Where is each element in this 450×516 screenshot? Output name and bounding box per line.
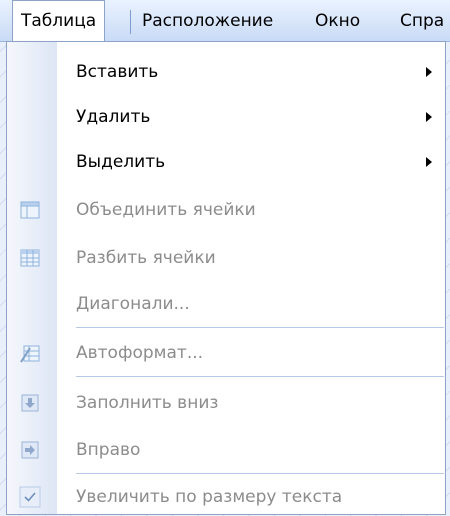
menu-item-label: Диагонали... <box>76 294 190 314</box>
menu-window[interactable]: Окно <box>315 0 360 42</box>
menu-item-label: Вправо <box>76 440 141 460</box>
menu-item-label: Удалить <box>76 107 151 127</box>
menu-item-label: Увеличить по размеру текста <box>76 487 343 507</box>
menu-item-select[interactable]: Выделить <box>7 144 445 180</box>
menu-item-merge-cells[interactable]: Объединить ячейки <box>7 192 445 228</box>
merge-cells-icon <box>19 199 41 221</box>
menu-item-delete[interactable]: Удалить <box>7 99 445 135</box>
autoformat-icon <box>19 342 41 364</box>
fill-right-icon <box>19 439 41 461</box>
menu-item-label: Выделить <box>76 152 166 172</box>
menubar-separator <box>130 10 131 34</box>
menu-help[interactable]: Спра <box>400 0 444 42</box>
menu-item-diagonals[interactable]: Диагонали... <box>7 286 445 322</box>
menu-bar: Таблица Расположение Окно Спра <box>0 0 450 43</box>
menu-item-autofit-text[interactable]: Увеличить по размеру текста <box>7 479 445 514</box>
submenu-arrow-icon <box>426 112 432 122</box>
submenu-arrow-icon <box>426 157 432 167</box>
menu-item-label: Разбить ячейки <box>76 248 216 268</box>
menu-layout[interactable]: Расположение <box>142 0 273 42</box>
menu-separator <box>76 376 444 377</box>
checkmark-icon <box>19 486 41 508</box>
split-cells-icon <box>19 247 41 269</box>
menu-item-label: Заполнить вниз <box>76 393 219 413</box>
menu-item-fill-right[interactable]: Вправо <box>7 432 445 468</box>
menu-separator <box>76 327 444 328</box>
fill-down-icon <box>19 392 41 414</box>
menu-item-autoformat[interactable]: Автоформат... <box>7 335 445 371</box>
menu-separator <box>76 473 444 474</box>
menu-table[interactable]: Таблица <box>12 0 106 43</box>
menu-item-label: Объединить ячейки <box>76 200 256 220</box>
table-dropdown-menu: Вставить Удалить Выделить Объединить яче… <box>6 41 446 515</box>
submenu-arrow-icon <box>426 67 432 77</box>
menu-item-split-cells[interactable]: Разбить ячейки <box>7 240 445 276</box>
menu-item-label: Автоформат... <box>76 343 204 363</box>
menu-item-label: Вставить <box>76 62 159 82</box>
menu-item-insert[interactable]: Вставить <box>7 54 445 90</box>
menu-item-fill-down[interactable]: Заполнить вниз <box>7 385 445 421</box>
